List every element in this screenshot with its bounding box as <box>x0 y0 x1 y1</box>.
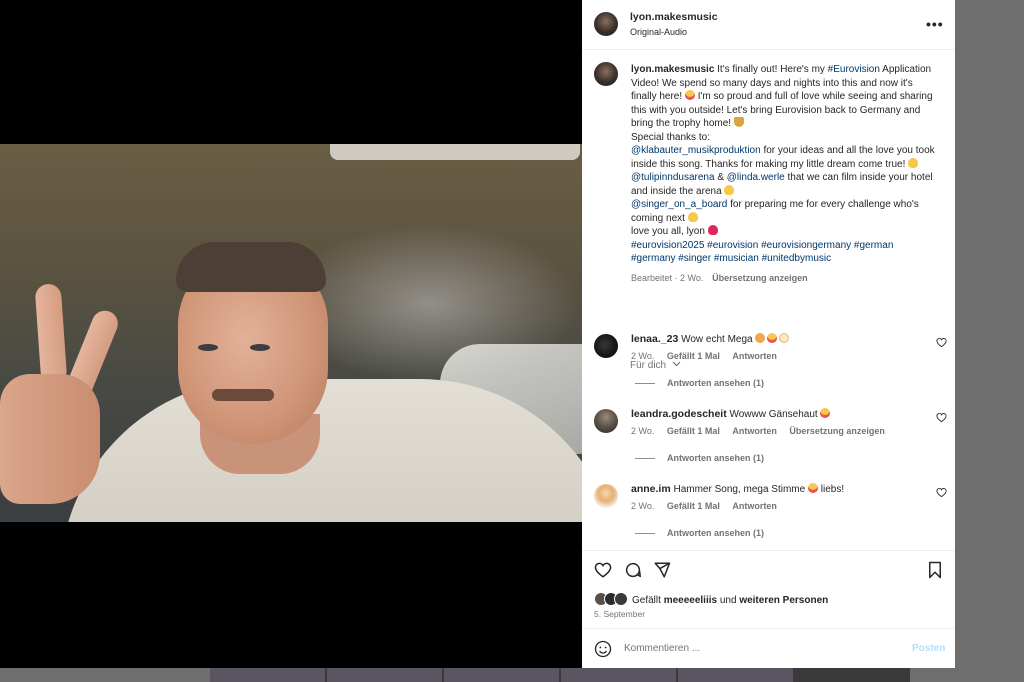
comment-translate-link[interactable]: Übersetzung anzeigen <box>789 426 885 436</box>
post-date: 5. September <box>594 609 646 619</box>
video-scene-peace-hand <box>0 283 122 522</box>
hashtag-link[interactable]: #Eurovision <box>828 64 880 75</box>
caption-username[interactable]: lyon.makesmusic <box>631 64 714 75</box>
heart-icon[interactable] <box>936 487 947 498</box>
caption-edited-time: Bearbeitet · 2 Wo. <box>631 272 704 283</box>
audio-label[interactable]: Original-Audio <box>630 27 687 37</box>
view-replies-button[interactable]: Antworten ansehen (1) <box>635 453 764 463</box>
comment-body: Hammer Song, mega Stimme <box>673 484 808 495</box>
comment-text: lenaa._23 Wow echt Mega <box>631 333 911 346</box>
commenter-avatar[interactable] <box>594 409 618 433</box>
caption-hashtags[interactable]: #eurovision2025 #eurovision #eurovisiong… <box>631 240 893 265</box>
comment-body: Wow echt Mega <box>681 334 753 345</box>
yellow-heart-emoji <box>724 184 735 195</box>
heart-eyes-emoji <box>684 90 695 100</box>
comment-text: anne.im Hammer Song, mega Stimme liebs! <box>631 483 911 496</box>
video-scene-eye <box>250 344 270 351</box>
video-scene-mustache <box>212 389 274 401</box>
comment-composer: Kommentieren ... Posten <box>582 628 955 668</box>
caption-translate-link[interactable]: Übersetzung anzeigen <box>712 273 808 283</box>
mention-link[interactable]: @singer_on_a_board <box>631 199 727 210</box>
liked-by-text: Gefällt <box>632 595 664 606</box>
video-scene-hair <box>176 242 326 292</box>
view-replies-button[interactable]: Antworten ansehen (1) <box>635 378 764 388</box>
backdrop-right <box>955 0 1024 682</box>
heart-eyes-emoji <box>767 333 778 343</box>
comment-likes[interactable]: Gefällt 1 Mal <box>667 351 720 361</box>
filter-label: Für dich <box>630 360 667 371</box>
caption-avatar[interactable] <box>594 62 618 86</box>
video-scene-finger <box>34 283 68 385</box>
view-replies-button[interactable]: Antworten ansehen (1) <box>635 528 764 538</box>
comment-filter-dropdown[interactable]: Für dich <box>630 360 681 371</box>
caption-text: It's finally out! Here's my <box>714 64 828 75</box>
heart-eyes-emoji <box>819 408 830 418</box>
video-scene-dock <box>330 144 580 160</box>
yellow-heart-emoji <box>687 211 698 222</box>
profile-grid-strip <box>210 668 910 682</box>
liked-by-text: und <box>717 595 740 606</box>
comment-text: leandra.godescheit Wowww Gänsehaut <box>631 408 911 421</box>
video-scene-eye <box>198 344 218 351</box>
mention-link[interactable]: @tulipinndusarena <box>631 172 715 183</box>
heart-icon[interactable] <box>936 412 947 423</box>
heart-eyes-emoji <box>807 483 818 493</box>
comment-icon[interactable] <box>624 561 642 579</box>
comment-body: Wowww Gänsehaut <box>729 409 818 420</box>
chevron-down-icon <box>672 361 681 367</box>
liker-avatars[interactable] <box>594 592 628 606</box>
liked-by-user[interactable]: meeeeeliiis <box>664 595 717 606</box>
mention-link[interactable]: @klabauter_musikproduktion <box>631 145 761 156</box>
post-header: lyon.makesmusic Original-Audio ••• <box>582 0 955 50</box>
comment-time: 2 Wo. <box>631 351 655 361</box>
post-video[interactable] <box>0 144 582 522</box>
caption-text: love you all, lyon <box>631 226 708 237</box>
heart-icon[interactable] <box>594 561 612 579</box>
comment-body: liebs! <box>817 484 845 495</box>
liked-by-others[interactable]: weiteren Personen <box>739 595 828 606</box>
commenter-username[interactable]: lenaa._23 <box>631 333 678 345</box>
heart-hands-emoji <box>779 333 790 343</box>
comment-likes[interactable]: Gefällt 1 Mal <box>667 501 720 511</box>
yellow-heart-emoji <box>908 157 919 168</box>
commenter-username[interactable]: anne.im <box>631 483 671 495</box>
caption-text: Special thanks to: <box>631 131 710 143</box>
post-detail-panel: lyon.makesmusic Original-Audio ••• lyon.… <box>582 0 955 668</box>
mention-link[interactable]: @linda.werle <box>727 172 785 183</box>
post-actions: Gefällt meeeeeliiis und weiteren Persone… <box>582 550 955 628</box>
comment-likes[interactable]: Gefällt 1 Mal <box>667 426 720 436</box>
post-comment-button[interactable]: Posten <box>912 643 945 654</box>
crying-emoji <box>755 333 766 343</box>
emoji-icon[interactable] <box>594 640 612 658</box>
red-heart-emoji <box>707 225 718 235</box>
comment-input[interactable]: Kommentieren ... <box>624 643 700 654</box>
reply-button[interactable]: Antworten <box>732 501 777 511</box>
video-scene-palm <box>0 374 100 504</box>
comment-meta: 2 Wo. Gefällt 1 Mal Antworten <box>631 351 787 361</box>
comment-meta: 2 Wo. Gefällt 1 Mal Antworten Übersetzun… <box>631 426 895 436</box>
liked-by-summary: Gefällt meeeeeliiis und weiteren Persone… <box>594 592 828 606</box>
author-username[interactable]: lyon.makesmusic <box>630 11 718 23</box>
heart-icon[interactable] <box>936 337 947 348</box>
more-icon[interactable]: ••• <box>926 16 944 32</box>
author-avatar[interactable] <box>594 12 618 36</box>
caption-text: & <box>714 172 727 183</box>
media-pane <box>0 0 582 668</box>
reply-button[interactable]: Antworten <box>732 426 777 436</box>
commenter-avatar[interactable] <box>594 484 618 508</box>
bookmark-icon[interactable] <box>927 561 943 579</box>
reply-button[interactable]: Antworten <box>732 351 777 361</box>
share-icon[interactable] <box>653 561 671 579</box>
comments-scroll-area[interactable]: lyon.makesmusic It's finally out! Here's… <box>582 50 955 550</box>
comment-time: 2 Wo. <box>631 426 655 436</box>
comment-time: 2 Wo. <box>631 501 655 511</box>
commenter-username[interactable]: leandra.godescheit <box>631 408 727 420</box>
commenter-avatar[interactable] <box>594 334 618 358</box>
comment-meta: 2 Wo. Gefällt 1 Mal Antworten <box>631 501 787 511</box>
post-caption: lyon.makesmusic It's finally out! Here's… <box>631 63 936 285</box>
trophy-emoji <box>733 117 744 127</box>
